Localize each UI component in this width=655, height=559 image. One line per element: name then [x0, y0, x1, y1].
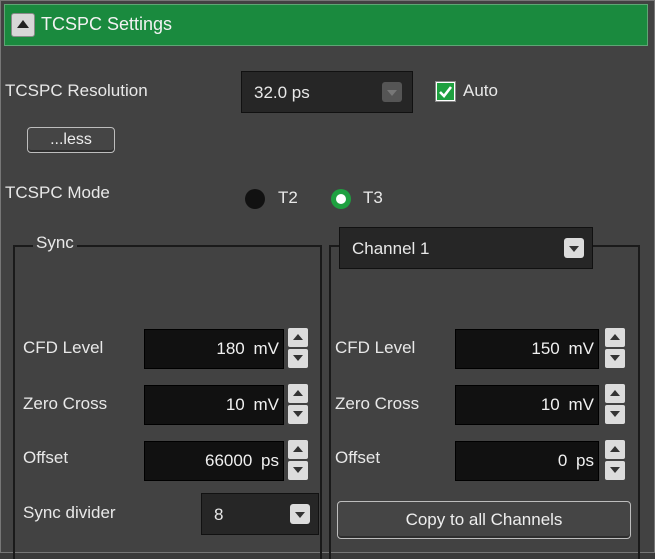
- channel-select-value: Channel 1: [352, 239, 430, 258]
- sync-cfd-input[interactable]: 180 mV: [144, 329, 284, 369]
- sync-cfd-unit: mV: [253, 339, 280, 358]
- sync-zero-input[interactable]: 10 mV: [144, 385, 284, 425]
- channel-cfd-label: CFD Level: [335, 338, 416, 357]
- sync-zero-label: Zero Cross: [23, 394, 108, 413]
- auto-checkbox[interactable]: [435, 81, 456, 102]
- sync-offset-label: Offset: [23, 448, 69, 467]
- channel-cfd-unit: mV: [568, 339, 595, 358]
- less-button[interactable]: ...less: [27, 127, 115, 153]
- mode-label: TCSPC Mode: [5, 183, 110, 202]
- spin-up-icon[interactable]: [605, 384, 625, 403]
- dropdown-arrow-icon: [382, 82, 402, 102]
- dropdown-arrow-icon: [564, 238, 584, 258]
- spin-up-icon[interactable]: [605, 328, 625, 347]
- radio-t3[interactable]: [331, 189, 351, 209]
- channel-select[interactable]: Channel 1: [339, 227, 593, 269]
- sync-offset-unit: ps: [261, 451, 279, 470]
- resolution-select[interactable]: 32.0 ps: [241, 71, 413, 113]
- channel-offset-stepper[interactable]: [605, 440, 625, 480]
- spin-down-icon[interactable]: [288, 349, 308, 368]
- channel-offset-value: 0: [557, 451, 568, 470]
- auto-label: Auto: [463, 81, 498, 100]
- spin-up-icon[interactable]: [288, 440, 308, 459]
- sync-group-title: Sync: [33, 233, 77, 253]
- spin-down-icon[interactable]: [605, 405, 625, 424]
- channel-cfd-value: 150: [531, 339, 560, 358]
- channel-zero-input[interactable]: 10 mV: [455, 385, 599, 425]
- channel-cfd-input[interactable]: 150 mV: [455, 329, 599, 369]
- spin-down-icon[interactable]: [288, 461, 308, 480]
- radio-t2-label: T2: [278, 188, 298, 207]
- channel-offset-unit: ps: [576, 451, 594, 470]
- spin-down-icon[interactable]: [288, 405, 308, 424]
- sync-cfd-stepper[interactable]: [288, 328, 308, 368]
- spin-up-icon[interactable]: [605, 440, 625, 459]
- channel-cfd-stepper[interactable]: [605, 328, 625, 368]
- spin-down-icon[interactable]: [605, 461, 625, 480]
- sync-divider-value: 8: [214, 505, 224, 524]
- channel-zero-unit: mV: [568, 395, 595, 414]
- channel-offset-input[interactable]: 0 ps: [455, 441, 599, 481]
- radio-t3-label: T3: [363, 188, 383, 207]
- sync-divider-select[interactable]: 8: [201, 493, 319, 535]
- sync-zero-value: 10: [225, 395, 245, 414]
- sync-zero-stepper[interactable]: [288, 384, 308, 424]
- channel-offset-label: Offset: [335, 448, 381, 467]
- spin-up-icon[interactable]: [288, 384, 308, 403]
- collapse-up-icon: [17, 20, 29, 28]
- sync-offset-value: 66000: [205, 451, 253, 470]
- checkmark-icon: [437, 83, 454, 100]
- resolution-value: 32.0 ps: [254, 83, 310, 102]
- resolution-label: TCSPC Resolution: [5, 81, 148, 100]
- collapse-button[interactable]: [11, 13, 35, 37]
- sync-cfd-value: 180: [216, 339, 245, 358]
- panel-header: TCSPC Settings: [4, 4, 648, 46]
- sync-zero-unit: mV: [253, 395, 280, 414]
- radio-selected-dot: [336, 194, 346, 204]
- dropdown-arrow-icon: [290, 504, 310, 524]
- channel-zero-label: Zero Cross: [335, 394, 420, 413]
- tcspc-settings-panel: TCSPC Settings TCSPC Resolution 32.0 ps …: [0, 0, 655, 559]
- sync-divider-label: Sync divider: [23, 503, 116, 522]
- spin-down-icon[interactable]: [605, 349, 625, 368]
- channel-zero-value: 10: [540, 395, 560, 414]
- panel-title: TCSPC Settings: [41, 14, 173, 34]
- sync-offset-stepper[interactable]: [288, 440, 308, 480]
- spin-up-icon[interactable]: [288, 328, 308, 347]
- sync-offset-input[interactable]: 66000 ps: [144, 441, 284, 481]
- channel-zero-stepper[interactable]: [605, 384, 625, 424]
- radio-t2[interactable]: [245, 189, 265, 209]
- copy-to-all-channels-button[interactable]: Copy to all Channels: [337, 501, 631, 539]
- sync-cfd-label: CFD Level: [23, 338, 104, 357]
